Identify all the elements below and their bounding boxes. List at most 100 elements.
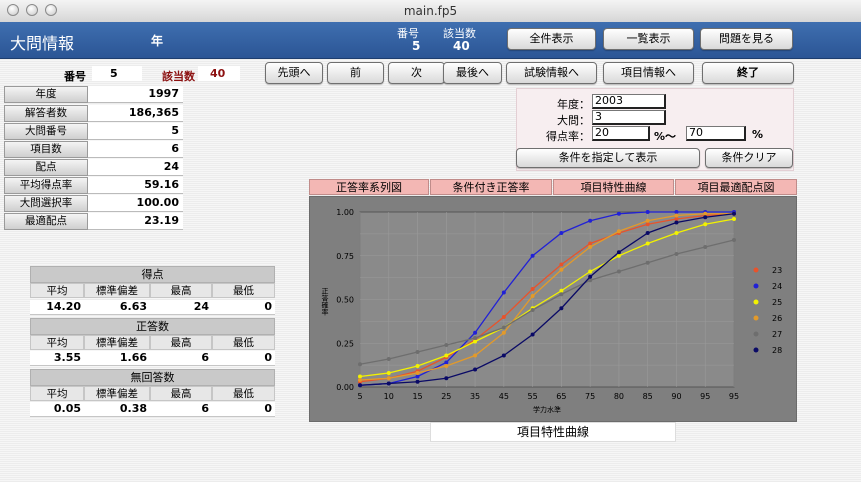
data-point: [732, 211, 736, 216]
stat-label: 最高: [150, 386, 212, 401]
data-point: [645, 210, 650, 214]
data-point: [415, 374, 420, 379]
tab-item-characteristic-curve[interactable]: 項目特性曲線: [553, 179, 674, 195]
tab-conditional-correct-rate[interactable]: 条件付き正答率: [430, 179, 552, 195]
record-count-value: 40: [210, 67, 226, 80]
previous-record-button[interactable]: 前: [327, 62, 384, 84]
data-point: [530, 287, 535, 291]
item-info-button[interactable]: 項目情報へ: [603, 62, 694, 84]
data-point: [674, 252, 679, 256]
y-tick-label: 0.25: [336, 339, 354, 348]
data-point: [674, 220, 679, 225]
stat-label: 最低: [212, 386, 275, 401]
stat-label: 最低: [212, 335, 275, 350]
data-point: [732, 217, 736, 221]
data-point: [559, 267, 564, 272]
condition-question-input[interactable]: 3: [592, 110, 666, 125]
data-point: [674, 210, 679, 214]
data-point: [444, 364, 449, 368]
data-point: [386, 371, 391, 375]
view-problem-button[interactable]: 問題を見る: [700, 28, 793, 50]
x-tick-label: 95: [700, 392, 710, 401]
y-tick-label: 0.50: [336, 296, 354, 305]
data-point: [616, 250, 621, 255]
condition-year-input[interactable]: 2003: [592, 94, 666, 109]
stat-label: 標準偏差: [84, 386, 150, 401]
data-point: [444, 376, 449, 381]
data-point: [588, 269, 593, 274]
y-tick-label: 0.75: [336, 252, 354, 261]
condition-rate-separator: %〜: [654, 130, 677, 143]
stat-label: 標準偏差: [84, 283, 150, 298]
info-label: 平均得点率: [4, 177, 88, 194]
data-point: [473, 367, 478, 372]
x-tick-label: 85: [643, 392, 653, 401]
data-point: [559, 288, 564, 293]
data-point: [674, 213, 679, 218]
data-point: [415, 364, 420, 368]
stat-label: 最低: [212, 283, 275, 298]
data-point: [473, 339, 478, 344]
data-point: [588, 274, 593, 279]
window-titlebar: main.fp5: [0, 0, 861, 23]
exit-button[interactable]: 終了: [702, 62, 794, 84]
info-label: 解答者数: [4, 105, 88, 122]
legend-label: 27: [772, 330, 782, 339]
x-tick-label: 55: [528, 392, 538, 401]
legend-label: 23: [772, 266, 782, 275]
x-tick-label: 45: [499, 392, 509, 401]
data-point: [559, 262, 564, 267]
info-label: 年度: [4, 86, 88, 103]
stat-value: 0.38: [84, 402, 150, 417]
data-point: [473, 336, 478, 340]
data-point: [559, 306, 564, 311]
record-number-value: 5: [110, 67, 118, 80]
data-point: [501, 330, 506, 335]
data-point: [530, 332, 535, 337]
legend-marker: [753, 283, 759, 289]
list-view-button[interactable]: 一覧表示: [603, 28, 694, 50]
data-point: [559, 231, 564, 235]
legend-label: 26: [772, 314, 782, 323]
stat-value: 6: [150, 351, 212, 366]
data-point: [415, 350, 420, 354]
data-point: [588, 218, 593, 223]
condition-rate-to-input[interactable]: 70: [686, 126, 746, 141]
condition-rate-unit: %: [752, 128, 764, 141]
last-record-button[interactable]: 最後へ: [443, 62, 502, 84]
first-record-button[interactable]: 先頭へ: [265, 62, 323, 84]
stat-value: 0: [212, 300, 275, 315]
legend-marker: [753, 331, 759, 337]
next-record-button[interactable]: 次: [388, 62, 445, 84]
x-tick-label: 80: [614, 392, 624, 401]
tab-correct-rate-series[interactable]: 正答率系列図: [309, 179, 429, 195]
data-point: [674, 217, 679, 221]
y-tick-label: 1.00: [336, 208, 354, 217]
stat-label: 平均: [30, 335, 84, 350]
info-value: 23.19: [88, 213, 183, 230]
data-point: [674, 231, 679, 235]
legend-marker: [753, 347, 759, 353]
data-point: [645, 260, 650, 265]
data-point: [358, 362, 362, 367]
legend-label: 25: [772, 298, 782, 307]
data-point: [530, 253, 535, 258]
condition-rate-from-input[interactable]: 20: [592, 126, 650, 141]
data-point: [358, 378, 362, 382]
x-tick-label: 35: [470, 392, 480, 401]
tab-item-optimal-score[interactable]: 項目最適配点図: [675, 179, 797, 195]
apply-condition-button[interactable]: 条件を指定して表示: [516, 148, 700, 168]
legend-label: 24: [772, 282, 782, 291]
info-value: 5: [88, 123, 183, 140]
info-value: 100.00: [88, 195, 183, 212]
stat-value: 3.55: [30, 351, 84, 366]
data-point: [386, 381, 391, 386]
exam-info-button[interactable]: 試験情報へ: [506, 62, 597, 84]
data-point: [444, 353, 449, 358]
clear-condition-button[interactable]: 条件クリア: [705, 148, 793, 168]
x-tick-label: 65: [556, 392, 566, 401]
stat-label: 平均: [30, 386, 84, 401]
show-all-button[interactable]: 全件表示: [507, 28, 596, 50]
data-point: [588, 245, 593, 249]
header-band: 大問情報 年 番号 5 該当数 40 全件表示 一覧表示 問題を見る: [0, 22, 861, 59]
